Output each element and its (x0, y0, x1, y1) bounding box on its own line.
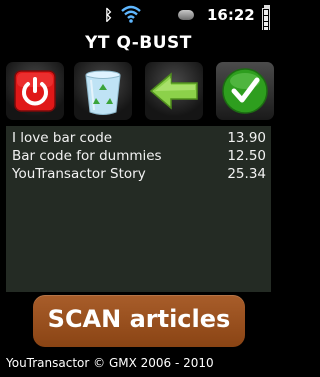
delete-button[interactable] (74, 62, 132, 120)
power-button[interactable] (6, 62, 64, 120)
item-name: YouTransactor Story (12, 166, 146, 182)
article-list: I love bar code 13.90 Bar code for dummi… (6, 126, 271, 292)
footer: YouTransactor © GMX 2006 - 2010 (0, 352, 277, 377)
toolbar (0, 58, 277, 124)
item-name: I love bar code (12, 130, 113, 146)
scan-button-label: SCAN articles (47, 305, 231, 333)
recycle-bin-icon (85, 70, 121, 115)
clock: 16:22 (207, 6, 255, 24)
wifi-icon (120, 4, 142, 24)
item-name: Bar code for dummies (12, 148, 162, 164)
back-arrow-icon (149, 72, 198, 110)
checkmark-icon (222, 68, 268, 114)
list-item[interactable]: I love bar code 13.90 (12, 130, 266, 148)
item-price: 25.34 (227, 166, 266, 182)
copyright-text: YouTransactor © GMX 2006 - 2010 (6, 356, 214, 370)
bluetooth-icon: ᛒ (104, 6, 114, 24)
list-item[interactable]: YouTransactor Story 25.34 (12, 166, 266, 184)
status-bar: ᛒ 16:22 (0, 0, 277, 46)
power-icon (14, 70, 56, 112)
confirm-button[interactable] (216, 62, 274, 120)
list-item[interactable]: Bar code for dummies 12.50 (12, 148, 266, 166)
app-screen: ᛒ 16:22 YT Q-BUST I love bar code 13.90 … (0, 0, 277, 377)
back-button[interactable] (145, 62, 203, 120)
scan-articles-button[interactable]: SCAN articles (33, 295, 245, 347)
title-bar: YT Q-BUST (0, 30, 277, 56)
app-title: YT Q-BUST (85, 33, 192, 53)
item-price: 13.90 (227, 130, 266, 146)
item-price: 12.50 (227, 148, 266, 164)
status-pill-icon (178, 10, 194, 20)
